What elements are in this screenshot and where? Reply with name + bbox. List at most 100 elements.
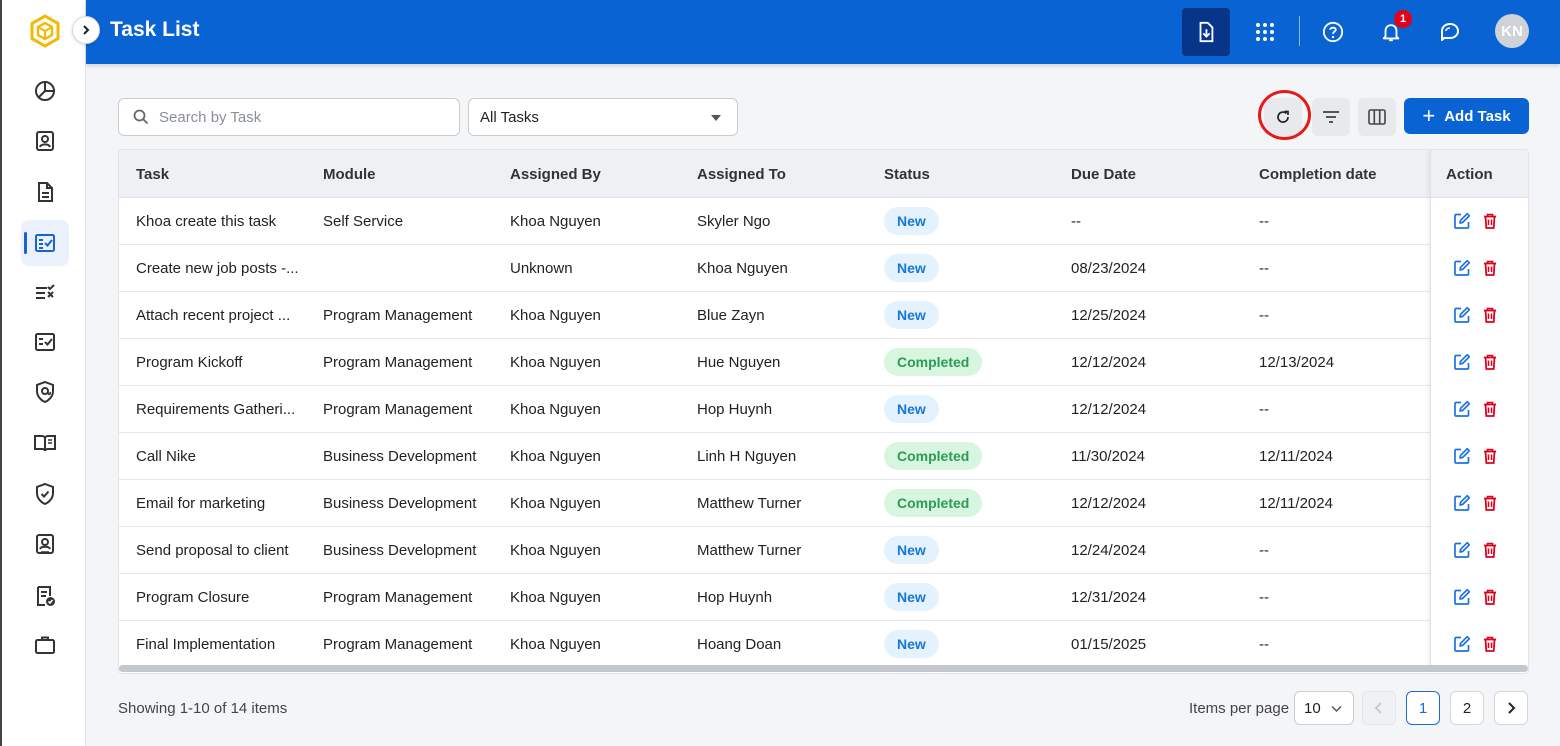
delete-icon[interactable] [1481,447,1499,465]
sidebar-item-approvals[interactable] [21,319,69,365]
sidebar-expand-button[interactable] [72,16,100,44]
table-row[interactable]: Program Kickoff Program Management Khoa Ng… [119,339,1528,386]
edit-icon[interactable] [1453,447,1471,465]
table-row[interactable]: Call Nike Business Development Khoa Nguyen… [119,433,1528,480]
sidebar-item-documents[interactable] [21,169,69,215]
status-badge: New [884,207,939,235]
page-button-1[interactable]: 1 [1406,691,1440,725]
table-row[interactable]: Requirements Gatheri... Program Managemen… [119,386,1528,433]
items-per-page-select[interactable]: 10 [1294,691,1354,725]
column-header-status[interactable]: Status [884,166,930,183]
sidebar-item-dashboard[interactable] [21,68,69,114]
sidebar-item-reports[interactable] [21,573,69,619]
search-input[interactable] [159,108,449,126]
sidebar-item-projects[interactable] [21,622,69,668]
column-header-module[interactable]: Module [323,166,376,183]
delete-icon[interactable] [1481,541,1499,559]
cell-due-date: 12/25/2024 [1071,307,1147,324]
download-file-icon [1199,21,1214,43]
edit-icon[interactable] [1453,306,1471,324]
edit-icon[interactable] [1453,400,1471,418]
help-icon [1322,21,1344,43]
edit-icon[interactable] [1453,259,1471,277]
download-button[interactable] [1182,8,1230,56]
delete-icon[interactable] [1481,259,1499,277]
table-row[interactable]: Program Closure Program Management Khoa Ng… [119,574,1528,621]
column-header-completion-date[interactable]: Completion date [1259,166,1377,183]
library-icon [34,435,56,452]
table-row[interactable]: Attach recent project ... Program Managem… [119,292,1528,339]
column-header-assigned-by[interactable]: Assigned By [510,166,601,183]
cell-due-date: -- [1071,213,1081,230]
user-avatar[interactable]: KN [1495,14,1529,48]
delete-icon[interactable] [1481,588,1499,606]
columns-button[interactable] [1358,98,1396,136]
cell-assigned-to: Hop Huynh [697,401,773,418]
table-row[interactable]: Final Implementation Program Management Kh… [119,621,1528,668]
cell-due-date: 12/12/2024 [1071,354,1147,371]
notifications-button[interactable]: 1 [1367,8,1415,56]
status-badge: Completed [884,348,983,376]
sidebar-item-checklist[interactable] [21,270,69,316]
filter-button[interactable] [1312,98,1350,136]
apps-button[interactable] [1241,8,1289,56]
cell-assigned-by: Khoa Nguyen [510,448,601,465]
table-row[interactable]: Create new job posts -... Unknown Khoa Ngu… [119,245,1528,292]
delete-icon[interactable] [1481,212,1499,230]
cell-due-date: 11/30/2024 [1071,448,1145,465]
sidebar-item-task-list[interactable] [21,220,69,266]
profile-card-icon [36,534,54,554]
table-row[interactable]: Send proposal to client Business Developm… [119,527,1528,574]
cell-assigned-by: Khoa Nguyen [510,542,601,559]
delete-icon[interactable] [1481,494,1499,512]
sidebar-item-profile[interactable] [21,521,69,567]
edit-icon[interactable] [1453,635,1471,653]
action-column-header: Action [1431,150,1528,198]
sidebar-item-contacts[interactable] [21,118,69,164]
cell-completion-date: -- [1259,589,1269,606]
sidebar-item-security[interactable] [21,369,69,415]
status-badge: New [884,583,939,611]
cell-assigned-to: Matthew Turner [697,542,802,559]
edit-icon[interactable] [1453,541,1471,559]
cell-due-date: 12/12/2024 [1071,495,1147,512]
delete-icon[interactable] [1481,306,1499,324]
sidebar-item-library[interactable] [21,420,69,466]
help-button[interactable] [1309,8,1357,56]
table-row[interactable]: Khoa create this task Self Service Khoa Ng… [119,198,1528,245]
delete-icon[interactable] [1481,353,1499,371]
cell-module: Business Development [323,495,477,512]
cell-assigned-by: Khoa Nguyen [510,636,601,653]
delete-icon[interactable] [1481,635,1499,653]
chat-button[interactable] [1426,8,1474,56]
page-button-2[interactable]: 2 [1450,691,1484,725]
previous-page-button[interactable] [1362,691,1396,725]
app-logo-icon[interactable] [28,14,62,48]
column-header-task[interactable]: Task [136,166,169,183]
search-field[interactable] [118,98,460,136]
cell-completion-date: -- [1259,260,1269,277]
delete-icon[interactable] [1481,400,1499,418]
cell-due-date: 12/31/2024 [1071,589,1147,606]
next-page-button[interactable] [1494,691,1528,725]
edit-icon[interactable] [1453,494,1471,512]
cell-module: Business Development [323,448,477,465]
column-header-assigned-to[interactable]: Assigned To [697,166,786,183]
edit-icon[interactable] [1453,588,1471,606]
status-badge: Completed [884,489,983,517]
table-header: Task Module Assigned By Assigned To Stat… [119,150,1528,198]
add-task-button[interactable]: + Add Task [1404,98,1529,134]
cell-assigned-to: Matthew Turner [697,495,802,512]
page-title: Task List [110,18,200,41]
task-filter-select[interactable]: All Tasks [468,98,738,136]
items-per-page-value: 10 [1304,699,1321,717]
cell-completion-date: -- [1259,213,1269,230]
cell-task: Khoa create this task [136,213,277,230]
column-header-due-date[interactable]: Due Date [1071,166,1136,183]
edit-icon[interactable] [1453,212,1471,230]
sidebar-item-compliance[interactable] [21,471,69,517]
horizontal-scrollbar[interactable] [119,665,1528,672]
edit-icon[interactable] [1453,353,1471,371]
table-row[interactable]: Email for marketing Business Development K… [119,480,1528,527]
cell-completion-date: 12/11/2024 [1259,448,1333,465]
